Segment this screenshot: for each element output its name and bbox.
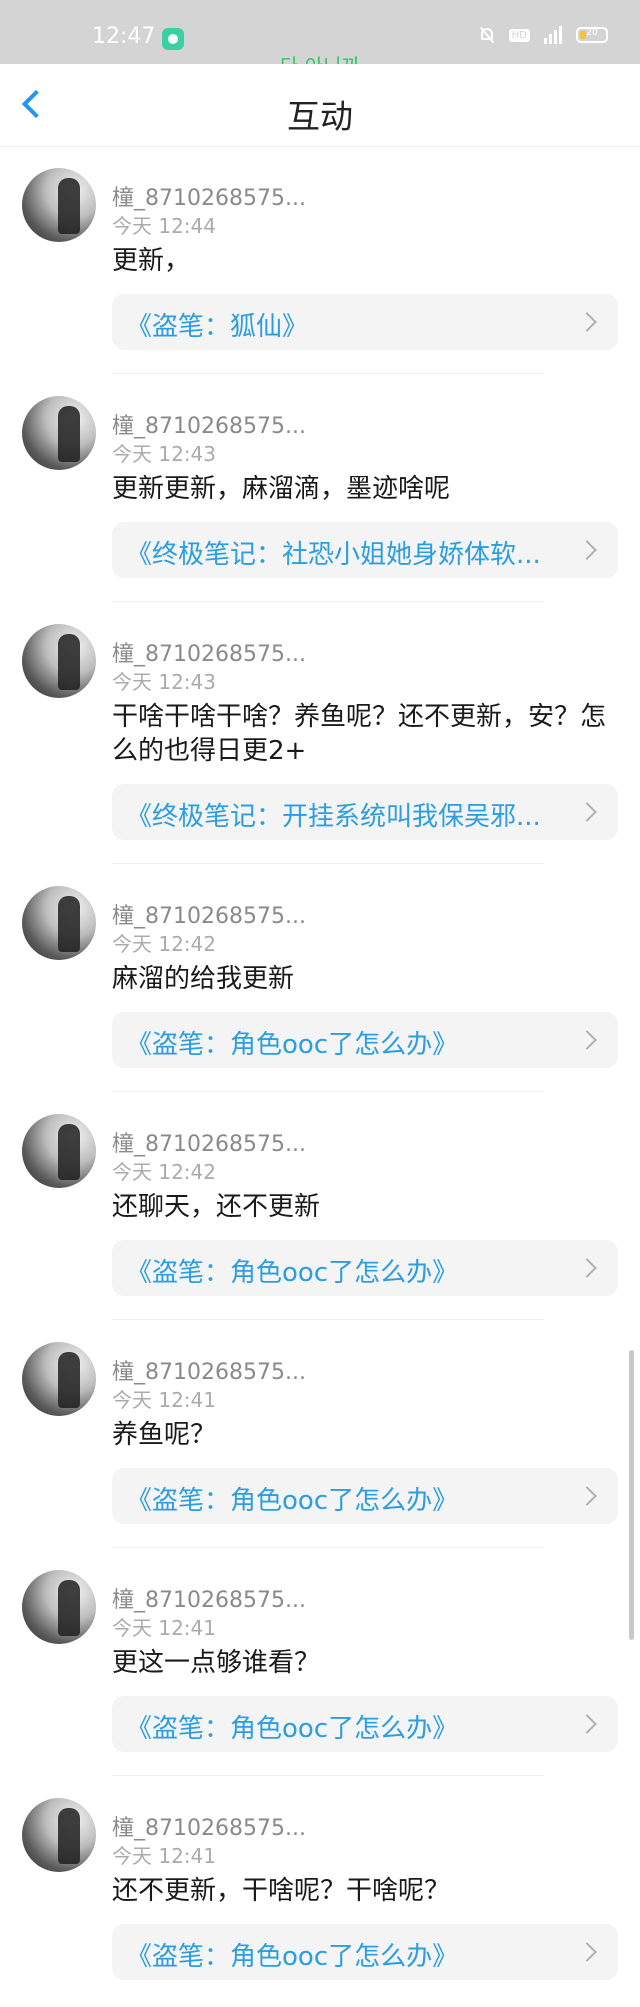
book-link[interactable]: 《盗笔：角色ooc了怎么办》 [112,1240,618,1296]
timestamp: 今天 12:43 [112,442,216,466]
comment-item: 橦_8710268575... 今天 12:42 还聊天，还不更新 《盗笔：角色… [0,1092,640,1320]
app-notification-icon [162,28,184,50]
nav-bar: 互动 [0,64,640,147]
book-link[interactable]: 《盗笔：狐仙》 [112,294,618,350]
avatar[interactable] [22,1114,96,1188]
avatar[interactable] [22,1798,96,1872]
comment-feed: 橦_8710268575... 今天 12:44 更新， 《盗笔：狐仙》 橦_8… [0,146,640,2004]
timestamp: 今天 12:42 [112,932,216,956]
comment-text: 还聊天，还不更新 [112,1192,321,1222]
comment-text: 养鱼呢？ [112,1420,217,1450]
comment-text: 更新更新，麻溜滴，墨迹啥呢 [112,474,451,504]
scrollbar[interactable] [629,1350,634,1640]
username[interactable]: 橦_8710268575... [112,636,306,668]
book-link[interactable]: 《终极笔记：开挂系统叫我保吴邪... [112,784,618,840]
comment-text: 还不更新，干啥呢？干啥呢？ [112,1876,451,1906]
timestamp: 今天 12:41 [112,1616,216,1640]
username[interactable]: 橦_8710268575... [112,408,306,440]
chevron-right-icon [577,802,597,822]
book-title: 《盗笔：狐仙》 [126,312,309,342]
book-title: 《终极笔记：社恐小姐她身娇体软... [126,540,541,570]
comment-item: 橦_8710268575... 今天 12:44 更新， 《盗笔：狐仙》 [0,146,640,374]
username[interactable]: 橦_8710268575... [112,1582,306,1614]
comment-text: 干啥干啥干啥？养鱼呢？还不更新，安？怎么的也得日更2+ [112,702,607,766]
timestamp: 今天 12:43 [112,670,216,694]
username[interactable]: 橦_8710268575... [112,1810,306,1842]
status-icons: HD 20 [479,26,608,44]
comment-text: 更这一点够谁看？ [112,1648,321,1678]
book-title: 《终极笔记：开挂系统叫我保吴邪... [126,802,541,832]
book-link[interactable]: 《盗笔：角色ooc了怎么办》 [112,1696,618,1752]
chevron-right-icon [577,540,597,560]
comment-item: 橦_8710268575... 今天 12:43 干啥干啥干啥？养鱼呢？还不更新… [0,602,640,864]
avatar[interactable] [22,1570,96,1644]
comment-item: 橦_8710268575... 今天 12:42 麻溜的给我更新 《盗笔：角色o… [0,864,640,1092]
username[interactable]: 橦_8710268575... [112,898,306,930]
timestamp: 今天 12:44 [112,214,216,238]
chevron-right-icon [577,312,597,332]
page-title: 互动 [287,97,353,136]
avatar[interactable] [22,1342,96,1416]
timestamp: 今天 12:41 [112,1844,216,1868]
comment-item: 橦_8710268575... 今天 12:41 更这一点够谁看？ 《盗笔：角色… [0,1548,640,1776]
comment-text: 更新， [112,246,191,276]
book-title: 《盗笔：角色ooc了怎么办》 [126,1714,459,1744]
book-link[interactable]: 《终极笔记：社恐小姐她身娇体软... [112,522,618,578]
comment-item: 橦_8710268575... 今天 12:41 还不更新，干啥呢？干啥呢？ 《… [0,1776,640,2004]
book-title: 《盗笔：角色ooc了怎么办》 [126,1258,459,1288]
status-time: 12:47 [92,24,156,49]
chevron-right-icon [577,1030,597,1050]
chevron-right-icon [577,1714,597,1734]
comment-item: 橦_8710268575... 今天 12:41 养鱼呢？ 《盗笔：角色ooc了… [0,1320,640,1548]
battery-icon: 20 [576,27,608,43]
hd-network-icon: HD [508,28,530,42]
username[interactable]: 橦_8710268575... [112,180,306,212]
avatar[interactable] [22,396,96,470]
book-link[interactable]: 《盗笔：角色ooc了怎么办》 [112,1468,618,1524]
username[interactable]: 橦_8710268575... [112,1354,306,1386]
avatar[interactable] [22,886,96,960]
book-title: 《盗笔：角色ooc了怎么办》 [126,1030,459,1060]
book-link[interactable]: 《盗笔：角色ooc了怎么办》 [112,1012,618,1068]
timestamp: 今天 12:42 [112,1160,216,1184]
book-title: 《盗笔：角色ooc了怎么办》 [126,1942,459,1972]
book-title: 《盗笔：角色ooc了怎么办》 [126,1486,459,1516]
avatar[interactable] [22,168,96,242]
chevron-right-icon [577,1258,597,1278]
comment-text: 麻溜的给我更新 [112,964,295,994]
chevron-right-icon [577,1486,597,1506]
chevron-right-icon [577,1942,597,1962]
timestamp: 今天 12:41 [112,1388,216,1412]
avatar[interactable] [22,624,96,698]
bell-off-icon [479,26,495,44]
battery-level: 20 [586,28,598,38]
username[interactable]: 橦_8710268575... [112,1126,306,1158]
signal-icon [544,26,562,44]
comment-item: 橦_8710268575... 今天 12:43 更新更新，麻溜滴，墨迹啥呢 《… [0,374,640,602]
book-link[interactable]: 《盗笔：角色ooc了怎么办》 [112,1924,618,1980]
